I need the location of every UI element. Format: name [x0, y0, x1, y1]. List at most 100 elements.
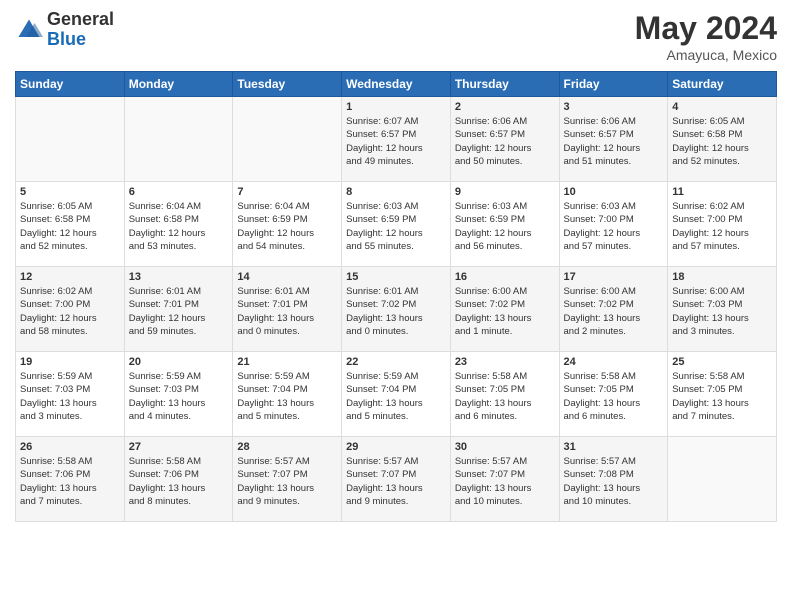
day-number: 6	[129, 186, 229, 198]
weekday-header-monday: Monday	[124, 72, 233, 97]
day-info: Sunrise: 5:59 AM Sunset: 7:04 PM Dayligh…	[237, 370, 337, 423]
day-info: Sunrise: 5:57 AM Sunset: 7:07 PM Dayligh…	[346, 455, 446, 508]
calendar-cell: 28 Sunrise: 5:57 AM Sunset: 7:07 PM Dayli…	[233, 437, 342, 522]
day-info: Sunrise: 5:57 AM Sunset: 7:07 PM Dayligh…	[455, 455, 555, 508]
calendar-cell: 27 Sunrise: 5:58 AM Sunset: 7:06 PM Dayli…	[124, 437, 233, 522]
day-number: 4	[672, 101, 772, 113]
weekday-header-saturday: Saturday	[668, 72, 777, 97]
calendar-cell: 26Sunrise: 5:58 AM Sunset: 7:06 PM Dayli…	[16, 437, 125, 522]
calendar-week-row: 5 Sunrise: 6:05 AM Sunset: 6:58 PM Daylig…	[16, 182, 777, 267]
day-number: 3	[564, 101, 664, 113]
day-number: 28	[237, 441, 337, 453]
day-number: 2	[455, 101, 555, 113]
day-info: Sunrise: 6:05 AM Sunset: 6:58 PM Dayligh…	[20, 200, 120, 253]
calendar-cell: 9 Sunrise: 6:03 AM Sunset: 6:59 PM Daylig…	[450, 182, 559, 267]
day-number: 17	[564, 271, 664, 283]
day-info: Sunrise: 5:57 AM Sunset: 7:08 PM Dayligh…	[564, 455, 664, 508]
calendar-cell: 5 Sunrise: 6:05 AM Sunset: 6:58 PM Daylig…	[16, 182, 125, 267]
calendar-cell: 29 Sunrise: 5:57 AM Sunset: 7:07 PM Dayli…	[342, 437, 451, 522]
day-info: Sunrise: 6:00 AM Sunset: 7:02 PM Dayligh…	[455, 285, 555, 338]
weekday-header-wednesday: Wednesday	[342, 72, 451, 97]
calendar-cell: 13 Sunrise: 6:01 AM Sunset: 7:01 PM Dayli…	[124, 267, 233, 352]
calendar-cell: 19Sunrise: 5:59 AM Sunset: 7:03 PM Dayli…	[16, 352, 125, 437]
day-number: 13	[129, 271, 229, 283]
calendar-cell: 25Sunrise: 5:58 AM Sunset: 7:05 PM Dayli…	[668, 352, 777, 437]
day-info: Sunrise: 5:57 AM Sunset: 7:07 PM Dayligh…	[237, 455, 337, 508]
title-block: May 2024 Amayuca, Mexico	[635, 10, 777, 63]
day-info: Sunrise: 6:02 AM Sunset: 7:00 PM Dayligh…	[20, 285, 120, 338]
calendar-cell: 7Sunrise: 6:04 AM Sunset: 6:59 PM Daylig…	[233, 182, 342, 267]
day-number: 23	[455, 356, 555, 368]
day-number: 31	[564, 441, 664, 453]
calendar-cell: 3 Sunrise: 6:06 AM Sunset: 6:57 PM Daylig…	[559, 97, 668, 182]
day-info: Sunrise: 5:58 AM Sunset: 7:06 PM Dayligh…	[129, 455, 229, 508]
calendar-cell: 2Sunrise: 6:06 AM Sunset: 6:57 PM Daylig…	[450, 97, 559, 182]
calendar-cell: 16 Sunrise: 6:00 AM Sunset: 7:02 PM Dayli…	[450, 267, 559, 352]
logo-icon	[15, 16, 43, 44]
day-info: Sunrise: 6:03 AM Sunset: 7:00 PM Dayligh…	[564, 200, 664, 253]
day-number: 24	[564, 356, 664, 368]
day-info: Sunrise: 6:03 AM Sunset: 6:59 PM Dayligh…	[346, 200, 446, 253]
calendar-cell	[16, 97, 125, 182]
calendar-cell: 17 Sunrise: 6:00 AM Sunset: 7:02 PM Dayli…	[559, 267, 668, 352]
calendar-cell: 11 Sunrise: 6:02 AM Sunset: 7:00 PM Dayli…	[668, 182, 777, 267]
day-number: 21	[237, 356, 337, 368]
weekday-header-sunday: Sunday	[16, 72, 125, 97]
day-info: Sunrise: 6:03 AM Sunset: 6:59 PM Dayligh…	[455, 200, 555, 253]
calendar-cell	[233, 97, 342, 182]
day-info: Sunrise: 6:04 AM Sunset: 6:58 PM Dayligh…	[129, 200, 229, 253]
day-info: Sunrise: 5:59 AM Sunset: 7:03 PM Dayligh…	[129, 370, 229, 423]
weekday-header-tuesday: Tuesday	[233, 72, 342, 97]
calendar-cell: 8 Sunrise: 6:03 AM Sunset: 6:59 PM Daylig…	[342, 182, 451, 267]
calendar-cell: 30 Sunrise: 5:57 AM Sunset: 7:07 PM Dayli…	[450, 437, 559, 522]
calendar-cell: 15Sunrise: 6:01 AM Sunset: 7:02 PM Dayli…	[342, 267, 451, 352]
day-number: 12	[20, 271, 120, 283]
day-info: Sunrise: 6:01 AM Sunset: 7:02 PM Dayligh…	[346, 285, 446, 338]
calendar-cell: 18Sunrise: 6:00 AM Sunset: 7:03 PM Dayli…	[668, 267, 777, 352]
logo: General Blue	[15, 10, 114, 50]
day-info: Sunrise: 6:05 AM Sunset: 6:58 PM Dayligh…	[672, 115, 772, 168]
weekday-header-friday: Friday	[559, 72, 668, 97]
day-info: Sunrise: 6:02 AM Sunset: 7:00 PM Dayligh…	[672, 200, 772, 253]
calendar-week-row: 26 Sunrise: 5:58 AM Sunset: 7:06 PM Dayli…	[16, 437, 777, 522]
day-info: Sunrise: 6:04 AM Sunset: 6:59 PM Dayligh…	[237, 200, 337, 253]
day-number: 11	[672, 186, 772, 198]
day-number: 8	[346, 186, 446, 198]
calendar-cell: 24 Sunrise: 5:58 AM Sunset: 7:05 PM Dayli…	[559, 352, 668, 437]
calendar-cell: 22Sunrise: 5:59 AM Sunset: 7:04 PM Dayli…	[342, 352, 451, 437]
calendar-cell: 21 Sunrise: 5:59 AM Sunset: 7:04 PM Dayli…	[233, 352, 342, 437]
day-number: 9	[455, 186, 555, 198]
calendar-cell: 14Sunrise: 6:01 AM Sunset: 7:01 PM Dayli…	[233, 267, 342, 352]
day-info: Sunrise: 5:58 AM Sunset: 7:05 PM Dayligh…	[455, 370, 555, 423]
day-info: Sunrise: 6:07 AM Sunset: 6:57 PM Dayligh…	[346, 115, 446, 168]
calendar-cell	[124, 97, 233, 182]
day-number: 14	[237, 271, 337, 283]
day-number: 29	[346, 441, 446, 453]
calendar-cell: 10 Sunrise: 6:03 AM Sunset: 7:00 PM Dayli…	[559, 182, 668, 267]
day-info: Sunrise: 6:06 AM Sunset: 6:57 PM Dayligh…	[564, 115, 664, 168]
day-number: 5	[20, 186, 120, 198]
calendar-cell: 31 Sunrise: 5:57 AM Sunset: 7:08 PM Dayli…	[559, 437, 668, 522]
day-info: Sunrise: 5:58 AM Sunset: 7:05 PM Dayligh…	[564, 370, 664, 423]
calendar-header: SundayMondayTuesdayWednesdayThursdayFrid…	[16, 72, 777, 97]
logo-blue-text: Blue	[47, 30, 114, 50]
day-number: 20	[129, 356, 229, 368]
calendar-week-row: 19 Sunrise: 5:59 AM Sunset: 7:03 PM Dayli…	[16, 352, 777, 437]
calendar-cell: 20 Sunrise: 5:59 AM Sunset: 7:03 PM Dayli…	[124, 352, 233, 437]
page-header: General Blue May 2024 Amayuca, Mexico	[15, 10, 777, 63]
day-number: 16	[455, 271, 555, 283]
day-number: 10	[564, 186, 664, 198]
day-number: 27	[129, 441, 229, 453]
day-number: 25	[672, 356, 772, 368]
weekday-header-row: SundayMondayTuesdayWednesdayThursdayFrid…	[16, 72, 777, 97]
day-number: 19	[20, 356, 120, 368]
day-info: Sunrise: 6:00 AM Sunset: 7:02 PM Dayligh…	[564, 285, 664, 338]
day-info: Sunrise: 6:00 AM Sunset: 7:03 PM Dayligh…	[672, 285, 772, 338]
day-number: 26	[20, 441, 120, 453]
calendar-cell: 6 Sunrise: 6:04 AM Sunset: 6:58 PM Daylig…	[124, 182, 233, 267]
calendar-cell: 1Sunrise: 6:07 AM Sunset: 6:57 PM Daylig…	[342, 97, 451, 182]
calendar-week-row: 1Sunrise: 6:07 AM Sunset: 6:57 PM Daylig…	[16, 97, 777, 182]
day-info: Sunrise: 6:01 AM Sunset: 7:01 PM Dayligh…	[129, 285, 229, 338]
calendar-week-row: 12 Sunrise: 6:02 AM Sunset: 7:00 PM Dayli…	[16, 267, 777, 352]
day-number: 30	[455, 441, 555, 453]
